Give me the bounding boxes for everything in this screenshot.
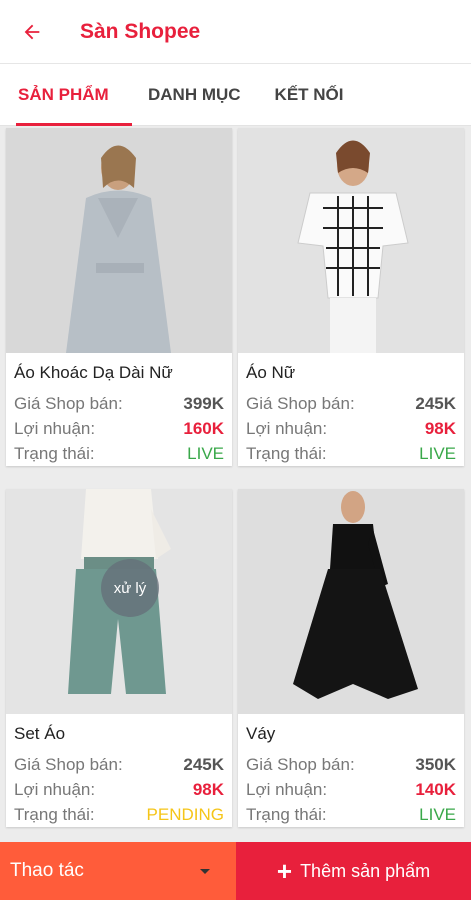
- profit-value: 98K: [424, 418, 456, 438]
- product-card[interactable]: Áo Khoác Dạ Dài Nữ Giá Shop bán: 399K Lợ…: [6, 128, 232, 466]
- status-row: Trạng thái: LIVE: [6, 441, 232, 466]
- status-row: Trạng thái: PENDING: [6, 802, 232, 827]
- plus-icon: +: [276, 856, 293, 886]
- product-name: Áo Nữ: [246, 363, 296, 382]
- product-card[interactable]: Áo Nữ Giá Shop bán: 245K Lợi nhuận: 98K …: [238, 128, 464, 466]
- status-row: Trạng thái: LIVE: [238, 802, 464, 827]
- profit-row: Lợi nhuận: 98K: [6, 777, 232, 802]
- back-arrow-icon[interactable]: [20, 20, 44, 44]
- product-image: [6, 128, 232, 353]
- product-image: [238, 128, 464, 353]
- add-product-label: Thêm sản phẩm: [300, 860, 431, 881]
- tab-connections[interactable]: KẾT NỐI: [275, 64, 344, 126]
- bottom-bar: Thao tác + Thêm sản phẩm: [0, 842, 471, 900]
- status-label: Trạng thái:: [246, 443, 327, 463]
- price-label: Giá Shop bán:: [246, 754, 355, 774]
- product-card[interactable]: Váy Giá Shop bán: 350K Lợi nhuận: 140K T…: [238, 489, 464, 827]
- status-badge: LIVE: [419, 804, 456, 824]
- tab-categories[interactable]: DANH MỤC: [148, 64, 241, 126]
- status-label: Trạng thái:: [14, 804, 95, 824]
- price-row: Giá Shop bán: 350K: [238, 752, 464, 777]
- product-image: [238, 489, 464, 714]
- price-row: Giá Shop bán: 245K: [238, 391, 464, 416]
- profit-row: Lợi nhuận: 98K: [238, 416, 464, 441]
- caret-down-icon: [200, 868, 210, 874]
- status-badge: LIVE: [187, 443, 224, 463]
- status-row: Trạng thái: LIVE: [238, 441, 464, 466]
- profit-value: 140K: [415, 779, 456, 799]
- app-bar: Sàn Shopee: [0, 0, 471, 64]
- price-value: 245K: [415, 393, 456, 413]
- status-badge: PENDING: [146, 804, 224, 824]
- price-row: Giá Shop bán: 245K: [6, 752, 232, 777]
- price-value: 245K: [183, 754, 224, 774]
- price-value: 399K: [183, 393, 224, 413]
- profit-label: Lợi nhuận:: [246, 418, 328, 438]
- product-name: Áo Khoác Dạ Dài Nữ: [14, 363, 173, 382]
- price-row: Giá Shop bán: 399K: [6, 391, 232, 416]
- tab-products[interactable]: SẢN PHẨM: [16, 64, 132, 126]
- tab-bar: SẢN PHẨM DANH MỤC KẾT NỐI: [0, 64, 471, 126]
- profit-label: Lợi nhuận:: [246, 779, 328, 799]
- page-title: Sàn Shopee: [80, 19, 201, 43]
- action-label: Thao tác: [10, 860, 84, 881]
- product-name: Set Áo: [14, 724, 66, 743]
- processing-badge: xử lý: [101, 559, 159, 617]
- profit-label: Lợi nhuận:: [14, 418, 96, 438]
- price-label: Giá Shop bán:: [246, 393, 355, 413]
- status-badge: LIVE: [419, 443, 456, 463]
- action-dropdown[interactable]: Thao tác: [0, 842, 236, 900]
- price-label: Giá Shop bán:: [14, 393, 123, 413]
- status-label: Trạng thái:: [246, 804, 327, 824]
- profit-row: Lợi nhuận: 160K: [6, 416, 232, 441]
- profit-value: 98K: [192, 779, 224, 799]
- add-product-button[interactable]: + Thêm sản phẩm: [236, 842, 471, 900]
- product-card[interactable]: xử lý Set Áo Giá Shop bán: 245K Lợi nhuậ…: [6, 489, 232, 827]
- profit-row: Lợi nhuận: 140K: [238, 777, 464, 802]
- profit-label: Lợi nhuận:: [14, 779, 96, 799]
- status-label: Trạng thái:: [14, 443, 95, 463]
- product-name: Váy: [246, 724, 276, 743]
- price-label: Giá Shop bán:: [14, 754, 123, 774]
- profit-value: 160K: [183, 418, 224, 438]
- price-value: 350K: [415, 754, 456, 774]
- product-image: xử lý: [6, 489, 232, 714]
